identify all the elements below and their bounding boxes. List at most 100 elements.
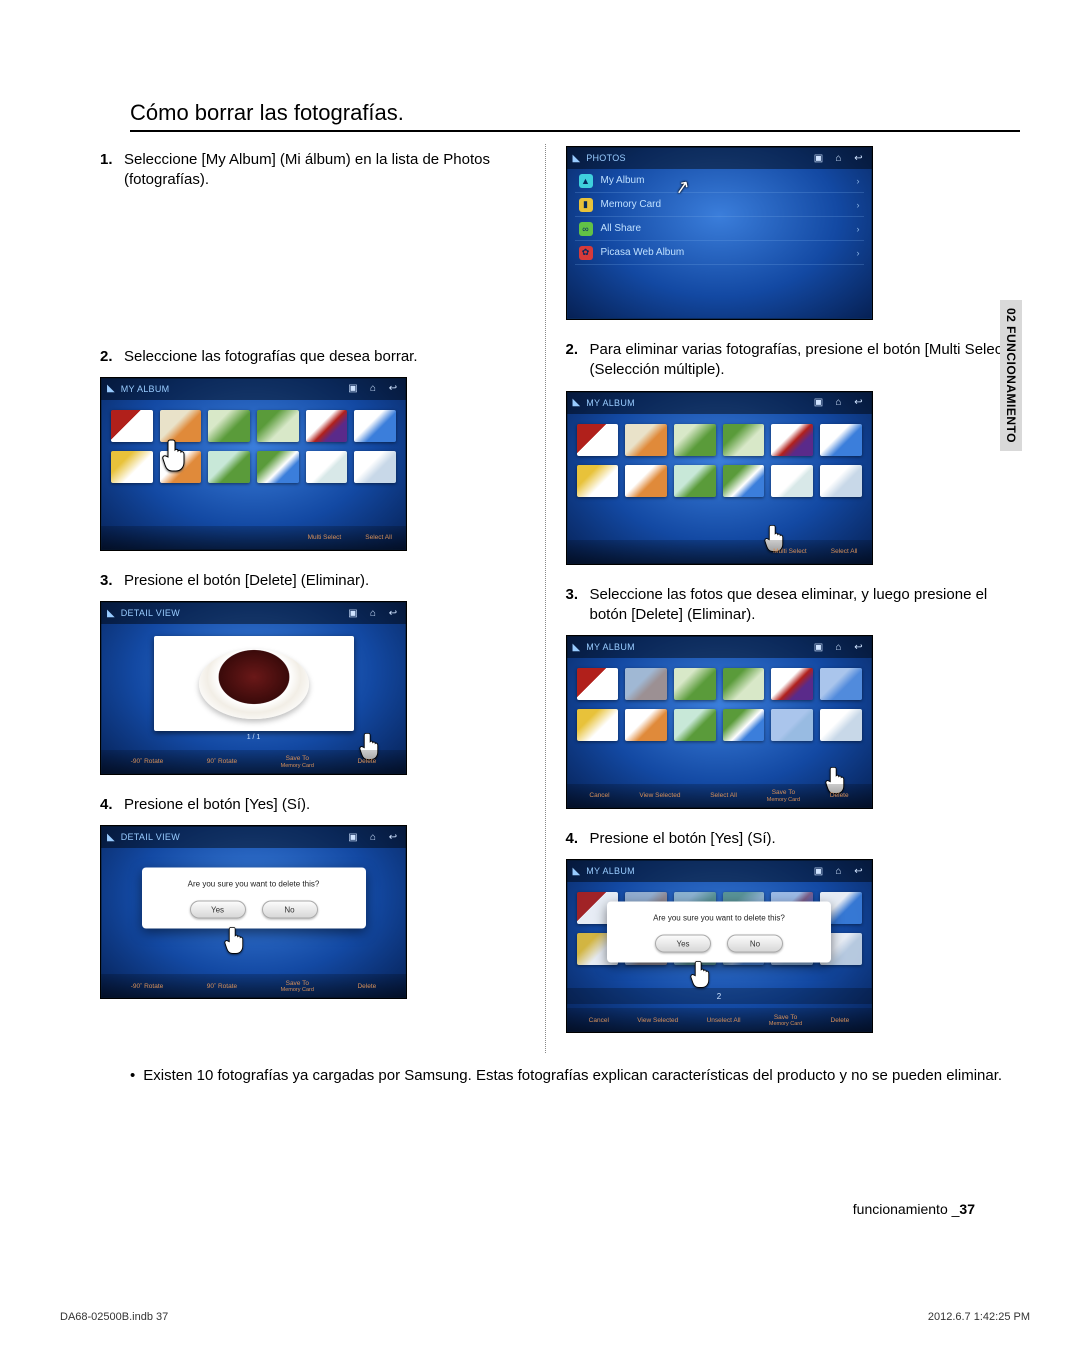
screenshot-bottom-bar: Cancel View Selected Select All Save ToM… bbox=[567, 784, 872, 808]
photo-thumb-selected[interactable] bbox=[625, 668, 667, 700]
home-icon[interactable]: ⌂ bbox=[832, 640, 846, 654]
home-icon[interactable]: ⌂ bbox=[366, 830, 380, 844]
dialog-no-button[interactable]: No bbox=[727, 935, 783, 953]
step-number: 1. bbox=[100, 150, 118, 191]
back-triangle-icon: ◣ bbox=[573, 642, 581, 653]
rotate-right-button[interactable]: 90˚ Rotate bbox=[207, 758, 237, 765]
select-all-button[interactable]: Select All bbox=[831, 548, 858, 555]
step-text: Presione el botón [Yes] (Sí). bbox=[590, 829, 776, 849]
save-to-card-button[interactable]: Save ToMemory Card bbox=[769, 1014, 802, 1027]
picasa-icon: ✿ bbox=[579, 246, 593, 260]
delete-button[interactable]: Delete bbox=[831, 1017, 850, 1024]
save-icon[interactable]: ▣ bbox=[812, 396, 826, 410]
unselect-all-button[interactable]: Unselect All bbox=[707, 1017, 741, 1024]
photo-thumb[interactable] bbox=[354, 410, 396, 442]
back-icon[interactable]: ↩ bbox=[852, 396, 866, 410]
photo-thumb[interactable] bbox=[354, 451, 396, 483]
bullet-text: Existen 10 fotografías ya cargadas por S… bbox=[143, 1065, 1002, 1086]
photo-thumb[interactable] bbox=[820, 709, 862, 741]
list-item-my-album[interactable]: ▲ My Album › bbox=[575, 169, 864, 193]
side-tab: 02 FUNCIONAMIENTO bbox=[1000, 300, 1022, 451]
list-item-picasa[interactable]: ✿ Picasa Web Album › bbox=[575, 241, 864, 265]
photo-thumb[interactable] bbox=[111, 451, 153, 483]
save-icon[interactable]: ▣ bbox=[812, 864, 826, 878]
save-icon[interactable]: ▣ bbox=[346, 382, 360, 396]
list-item-memory-card[interactable]: ▮ Memory Card › bbox=[575, 193, 864, 217]
step-number: 3. bbox=[566, 585, 584, 626]
home-icon[interactable]: ⌂ bbox=[832, 151, 846, 165]
photo-thumb-selected[interactable] bbox=[820, 668, 862, 700]
screenshot-topbar: ◣ MY ALBUM ▣ ⌂ ↩ bbox=[567, 860, 872, 882]
photo-thumb[interactable] bbox=[820, 465, 862, 497]
view-selected-button[interactable]: View Selected bbox=[639, 792, 680, 799]
save-to-card-button[interactable]: Save ToMemory Card bbox=[767, 789, 800, 802]
back-icon[interactable]: ↩ bbox=[852, 864, 866, 878]
rotate-left-button[interactable]: -90˚ Rotate bbox=[131, 758, 164, 765]
home-icon[interactable]: ⌂ bbox=[832, 396, 846, 410]
photo-thumb[interactable] bbox=[577, 465, 619, 497]
view-selected-button[interactable]: View Selected bbox=[637, 1017, 678, 1024]
photo-thumb[interactable] bbox=[306, 451, 348, 483]
save-to-card-button[interactable]: Save ToMemory Card bbox=[281, 755, 314, 768]
cancel-button[interactable]: Cancel bbox=[589, 792, 609, 799]
photo-thumb[interactable] bbox=[674, 424, 716, 456]
save-icon[interactable]: ▣ bbox=[346, 606, 360, 620]
photo-thumb[interactable] bbox=[674, 709, 716, 741]
photo-thumb[interactable] bbox=[674, 465, 716, 497]
screen-title: DETAIL VIEW bbox=[121, 608, 340, 618]
back-icon[interactable]: ↩ bbox=[386, 606, 400, 620]
photo-grid bbox=[567, 658, 872, 741]
delete-button[interactable]: Delete bbox=[830, 792, 849, 799]
home-icon[interactable]: ⌂ bbox=[366, 382, 380, 396]
back-icon[interactable]: ↩ bbox=[386, 830, 400, 844]
dialog-no-button[interactable]: No bbox=[262, 901, 318, 919]
cancel-button[interactable]: Cancel bbox=[589, 1017, 609, 1024]
save-icon[interactable]: ▣ bbox=[346, 830, 360, 844]
back-icon[interactable]: ↩ bbox=[852, 151, 866, 165]
delete-button[interactable]: Delete bbox=[357, 983, 376, 990]
photo-thumb[interactable] bbox=[723, 465, 765, 497]
multi-select-button[interactable]: Multi Select bbox=[773, 548, 807, 555]
back-icon[interactable]: ↩ bbox=[852, 640, 866, 654]
rotate-left-button[interactable]: -90˚ Rotate bbox=[131, 983, 164, 990]
screenshot-detail-view: ◣ DETAIL VIEW ▣ ⌂ ↩ 1 / 1 -90˚ Rotate 90… bbox=[100, 601, 407, 775]
photo-thumb[interactable] bbox=[625, 709, 667, 741]
delete-button[interactable]: Delete bbox=[357, 758, 376, 765]
photo-thumb[interactable] bbox=[306, 410, 348, 442]
photo-thumb[interactable] bbox=[625, 424, 667, 456]
back-icon[interactable]: ↩ bbox=[386, 382, 400, 396]
save-to-card-button[interactable]: Save ToMemory Card bbox=[281, 980, 314, 993]
photo-thumb[interactable] bbox=[625, 465, 667, 497]
photo-thumb[interactable] bbox=[771, 424, 813, 456]
select-all-button[interactable]: Select All bbox=[365, 534, 392, 541]
photo-thumb[interactable] bbox=[820, 424, 862, 456]
screenshot-bottom-bar: -90˚ Rotate 90˚ Rotate Save ToMemory Car… bbox=[101, 750, 406, 774]
photo-thumb[interactable] bbox=[577, 668, 619, 700]
dialog-message: Are you sure you want to delete this? bbox=[619, 914, 819, 923]
photo-thumb[interactable] bbox=[577, 424, 619, 456]
save-icon[interactable]: ▣ bbox=[812, 640, 826, 654]
photo-thumb[interactable] bbox=[208, 451, 250, 483]
rotate-right-button[interactable]: 90˚ Rotate bbox=[207, 983, 237, 990]
photo-thumb[interactable] bbox=[111, 410, 153, 442]
photo-thumb[interactable] bbox=[723, 709, 765, 741]
list-item-all-share[interactable]: ∞ All Share › bbox=[575, 217, 864, 241]
save-icon[interactable]: ▣ bbox=[812, 151, 826, 165]
photo-thumb[interactable] bbox=[771, 668, 813, 700]
dialog-yes-button[interactable]: Yes bbox=[190, 901, 246, 919]
photo-thumb[interactable] bbox=[771, 465, 813, 497]
photo-thumb-selected[interactable] bbox=[771, 709, 813, 741]
photo-thumb[interactable] bbox=[723, 668, 765, 700]
photo-thumb[interactable] bbox=[723, 424, 765, 456]
photo-thumb[interactable] bbox=[257, 410, 299, 442]
multi-select-button[interactable]: Multi Select bbox=[308, 534, 342, 541]
home-icon[interactable]: ⌂ bbox=[366, 606, 380, 620]
dialog-yes-button[interactable]: Yes bbox=[655, 935, 711, 953]
select-all-button[interactable]: Select All bbox=[710, 792, 737, 799]
photo-thumb[interactable] bbox=[208, 410, 250, 442]
photo-thumb[interactable] bbox=[674, 668, 716, 700]
photo-thumb[interactable] bbox=[577, 709, 619, 741]
step-number: 2. bbox=[100, 347, 118, 367]
home-icon[interactable]: ⌂ bbox=[832, 864, 846, 878]
photo-thumb[interactable] bbox=[257, 451, 299, 483]
